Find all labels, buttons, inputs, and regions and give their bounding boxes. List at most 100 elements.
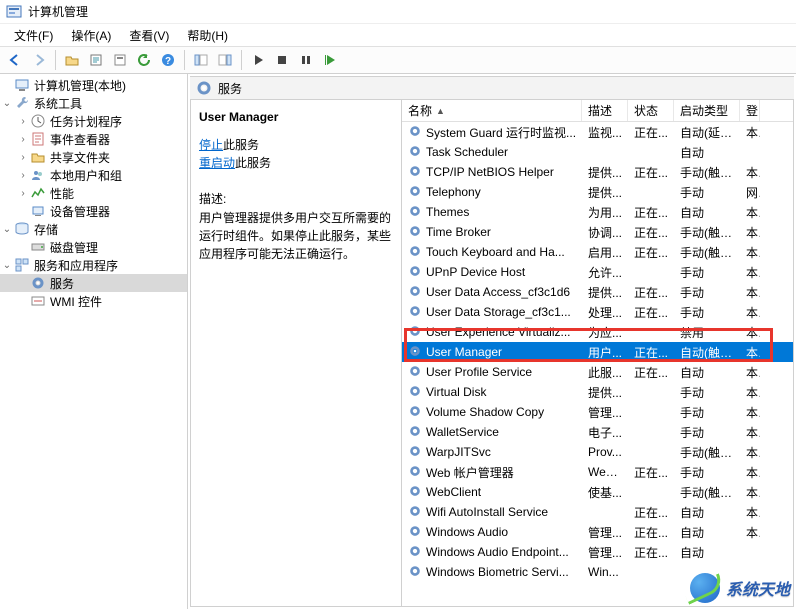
menu-help[interactable]: 帮助(H)	[179, 25, 236, 46]
service-row[interactable]: User Manager用户...正在...自动(触发...本	[402, 342, 793, 362]
back-icon[interactable]	[4, 49, 26, 71]
service-name-cell: WebClient	[402, 484, 582, 501]
service-name: Windows Audio	[426, 525, 508, 539]
tree-label: 设备管理器	[50, 203, 110, 220]
service-row[interactable]: Touch Keyboard and Ha...启用...正在...手动(触发.…	[402, 242, 793, 262]
tree-node-存储[interactable]: ⌄存储	[0, 220, 187, 238]
help-icon[interactable]: ?	[157, 49, 179, 71]
tree-node-本地用户和组[interactable]: ›本地用户和组	[0, 166, 187, 184]
service-logon: 本	[740, 284, 760, 301]
col-logon[interactable]: 登	[740, 100, 760, 121]
expand-icon[interactable]: ›	[16, 132, 30, 146]
pause-icon[interactable]	[295, 49, 317, 71]
service-name-cell: TCP/IP NetBIOS Helper	[402, 164, 582, 181]
col-state[interactable]: 状态	[628, 100, 674, 121]
service-name: UPnP Device Host	[426, 265, 525, 279]
gear-icon	[408, 144, 422, 161]
expand-icon[interactable]: ›	[16, 168, 30, 182]
service-name: Windows Audio Endpoint...	[426, 545, 569, 559]
service-state: 正在...	[628, 204, 674, 221]
menu-view[interactable]: 查看(V)	[121, 25, 177, 46]
service-row[interactable]: User Data Access_cf3c1d6提供...正在...手动本	[402, 282, 793, 302]
tree-node-任务计划程序[interactable]: ›任务计划程序	[0, 112, 187, 130]
service-name-cell: Web 帐户管理器	[402, 464, 582, 481]
service-row[interactable]: TCP/IP NetBIOS Helper提供...正在...手动(触发...本	[402, 162, 793, 182]
properties-icon[interactable]	[109, 49, 131, 71]
service-row[interactable]: WebClient使基...手动(触发...本	[402, 482, 793, 502]
expand-icon[interactable]: ›	[16, 114, 30, 128]
service-name: System Guard 运行时监视...	[426, 124, 576, 141]
tree-node-WMI 控件[interactable]: WMI 控件	[0, 292, 187, 310]
expand-icon[interactable]: ›	[16, 186, 30, 200]
col-start[interactable]: 启动类型	[674, 100, 740, 121]
service-state: 正在...	[628, 124, 674, 141]
service-row[interactable]: Windows Biometric Servi...Win...	[402, 562, 793, 582]
play-black-icon[interactable]	[247, 49, 269, 71]
expand-icon[interactable]: ›	[16, 150, 30, 164]
service-row[interactable]: Volume Shadow Copy管理...手动本	[402, 402, 793, 422]
service-logon: 本	[740, 124, 760, 141]
service-row[interactable]: Task Scheduler自动	[402, 142, 793, 162]
service-name: User Manager	[426, 345, 502, 359]
show-hide-pane-icon[interactable]	[214, 49, 236, 71]
service-row[interactable]: Time Broker协调...正在...手动(触发...本	[402, 222, 793, 242]
navigation-tree[interactable]: 计算机管理(本地)⌄系统工具›任务计划程序›事件查看器›共享文件夹›本地用户和组…	[0, 74, 188, 609]
stop-suffix: 此服务	[223, 138, 259, 152]
service-row[interactable]: Web 帐户管理器Web...正在...手动本	[402, 462, 793, 482]
service-row[interactable]: Virtual Disk提供...手动本	[402, 382, 793, 402]
gear-icon	[408, 364, 422, 381]
service-row[interactable]: UPnP Device Host允许...手动本	[402, 262, 793, 282]
menu-file[interactable]: 文件(F)	[6, 25, 61, 46]
app-icon	[6, 4, 22, 20]
tree-node-磁盘管理[interactable]: 磁盘管理	[0, 238, 187, 256]
menu-action[interactable]: 操作(A)	[63, 25, 119, 46]
service-logon: 网	[740, 184, 760, 201]
stop-icon[interactable]	[271, 49, 293, 71]
col-name[interactable]: 名称 ▲	[402, 100, 582, 121]
service-row[interactable]: WalletService电子...手动本	[402, 422, 793, 442]
service-desc: 管理...	[582, 524, 628, 541]
service-row[interactable]: User Data Storage_cf3c1...处理...正在...手动本	[402, 302, 793, 322]
export-list-icon[interactable]	[85, 49, 107, 71]
service-logon: 本	[740, 264, 760, 281]
service-row[interactable]: WarpJITSvcProv...手动(触发...本	[402, 442, 793, 462]
service-row[interactable]: Telephony提供...手动网	[402, 182, 793, 202]
show-hide-tree-icon[interactable]	[190, 49, 212, 71]
stop-service-link[interactable]: 停止	[199, 138, 223, 152]
tree-node-共享文件夹[interactable]: ›共享文件夹	[0, 148, 187, 166]
refresh-icon[interactable]	[133, 49, 155, 71]
gear-icon	[408, 424, 422, 441]
service-row[interactable]: Windows Audio管理...正在...自动本	[402, 522, 793, 542]
collapse-icon[interactable]: ⌄	[0, 222, 14, 236]
service-name-cell: Virtual Disk	[402, 384, 582, 401]
tree-node-性能[interactable]: ›性能	[0, 184, 187, 202]
tree-root[interactable]: 计算机管理(本地)	[0, 76, 187, 94]
tree-node-服务和应用程序[interactable]: ⌄服务和应用程序	[0, 256, 187, 274]
service-name: TCP/IP NetBIOS Helper	[426, 165, 554, 179]
no-expand	[16, 240, 30, 254]
restart-service-link[interactable]: 重启动	[199, 156, 235, 170]
service-name: User Data Storage_cf3c1...	[426, 305, 571, 319]
service-name-cell: Windows Biometric Servi...	[402, 564, 582, 581]
service-name: User Data Access_cf3c1d6	[426, 285, 570, 299]
service-row[interactable]: Themes为用...正在...自动本	[402, 202, 793, 222]
tree-node-设备管理器[interactable]: 设备管理器	[0, 202, 187, 220]
list-body[interactable]: System Guard 运行时监视...监视...正在...自动(延迟...本…	[402, 122, 793, 606]
tree-node-系统工具[interactable]: ⌄系统工具	[0, 94, 187, 112]
service-desc: 提供...	[582, 164, 628, 181]
play-green-icon[interactable]	[319, 49, 341, 71]
col-desc[interactable]: 描述	[582, 100, 628, 121]
tree-node-事件查看器[interactable]: ›事件查看器	[0, 130, 187, 148]
title-bar: 计算机管理	[0, 0, 796, 24]
service-row[interactable]: User Profile Service此服...正在...自动本	[402, 362, 793, 382]
folder-open-icon[interactable]	[61, 49, 83, 71]
forward-icon[interactable]	[28, 49, 50, 71]
service-row[interactable]: User Experience Virtualiz...为应...禁用本	[402, 322, 793, 342]
service-row[interactable]: System Guard 运行时监视...监视...正在...自动(延迟...本	[402, 122, 793, 142]
tree-node-服务[interactable]: 服务	[0, 274, 187, 292]
service-row[interactable]: Wifi AutoInstall Service正在...自动本	[402, 502, 793, 522]
service-row[interactable]: Windows Audio Endpoint...管理...正在...自动	[402, 542, 793, 562]
collapse-icon[interactable]: ⌄	[0, 258, 14, 272]
svg-text:?: ?	[165, 56, 171, 67]
collapse-icon[interactable]: ⌄	[0, 96, 14, 110]
